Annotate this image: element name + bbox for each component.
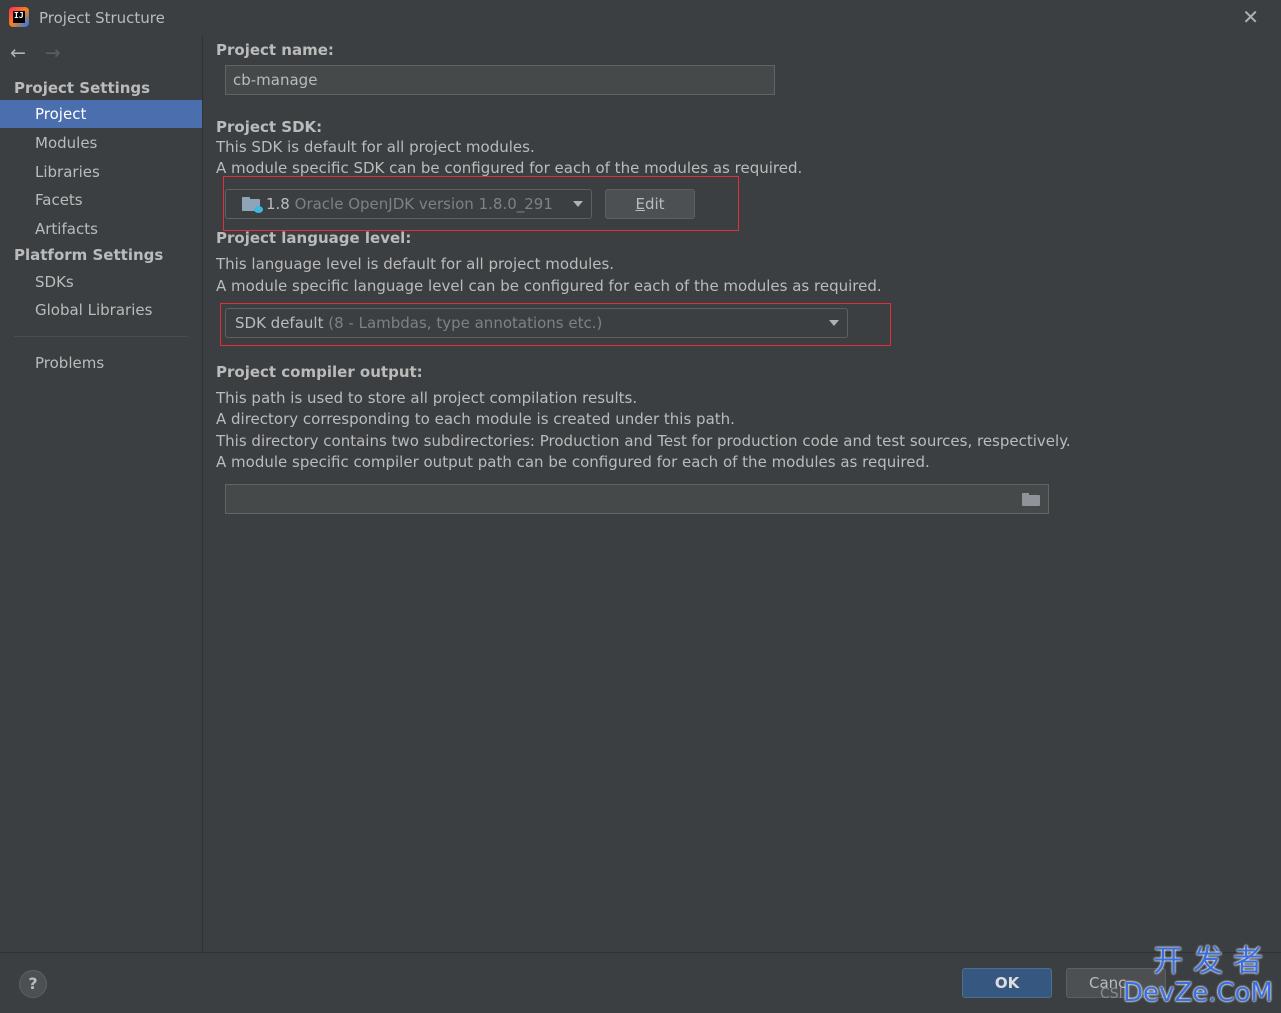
language-level-value: SDK default (235, 314, 324, 332)
dialog-footer: ? OK Canc CSI 开发者 DevZe.CoM (0, 945, 1281, 1013)
project-sdk-label: Project SDK: (216, 118, 323, 136)
close-icon[interactable]: ✕ (1242, 6, 1259, 28)
output-description-4: A module specific compiler output path c… (216, 453, 930, 471)
sidebar-item-artifacts[interactable]: Artifacts (0, 215, 202, 243)
intellij-app-icon: IJ (9, 7, 29, 27)
sidebar-item-problems[interactable]: Problems (0, 349, 202, 377)
platform-settings-header: Platform Settings (14, 246, 164, 264)
sidebar-item-facets[interactable]: Facets (0, 186, 202, 214)
project-name-input[interactable]: cb-manage (225, 65, 775, 95)
sidebar: ← → Project Settings Project Modules Lib… (0, 36, 203, 952)
sidebar-item-project[interactable]: Project (0, 100, 202, 128)
sidebar-item-global-libraries[interactable]: Global Libraries (0, 296, 202, 324)
sdk-description-2: A module specific SDK can be configured … (216, 159, 803, 177)
language-description-2: A module specific language level can be … (216, 277, 882, 295)
language-level-label: Project language level: (216, 229, 412, 247)
compiler-output-label: Project compiler output: (216, 363, 423, 381)
language-level-hint: (8 - Lambdas, type annotations etc.) (328, 314, 603, 332)
output-description-2: A directory corresponding to each module… (216, 410, 735, 428)
sidebar-item-sdks[interactable]: SDKs (0, 268, 202, 296)
chevron-down-icon (573, 201, 583, 207)
sidebar-divider (14, 336, 188, 337)
devze-watermark: 开发者 DevZe.CoM (1123, 944, 1273, 1008)
sdk-name: Oracle OpenJDK version 1.8.0_291 (294, 195, 553, 213)
help-button[interactable]: ? (19, 970, 47, 998)
language-description-1: This language level is default for all p… (216, 255, 615, 273)
jdk-folder-icon (242, 197, 263, 213)
project-settings-panel: Project name: cb-manage Project SDK: Thi… (203, 36, 1281, 952)
back-arrow-icon[interactable]: ← (10, 42, 26, 64)
browse-folder-icon[interactable] (1022, 493, 1040, 506)
ok-button[interactable]: OK (962, 968, 1052, 998)
sdk-combobox[interactable]: 1.8 Oracle OpenJDK version 1.8.0_291 (225, 189, 592, 219)
csdn-watermark: CSI (1100, 986, 1123, 1002)
language-level-combobox[interactable]: SDK default (8 - Lambdas, type annotatio… (225, 308, 848, 338)
compiler-output-input[interactable] (225, 484, 1049, 514)
project-settings-header: Project Settings (14, 79, 151, 97)
project-name-label: Project name: (216, 41, 334, 59)
history-nav: ← → (10, 42, 75, 66)
sdk-version: 1.8 (266, 195, 290, 213)
sidebar-item-modules[interactable]: Modules (0, 129, 202, 157)
output-description-3: This directory contains two subdirectori… (216, 432, 1071, 450)
sdk-edit-button[interactable]: Edit (605, 189, 695, 219)
sdk-description-1: This SDK is default for all project modu… (216, 138, 535, 156)
output-description-1: This path is used to store all project c… (216, 389, 638, 407)
chevron-down-icon (829, 320, 839, 326)
title-bar: IJ Project Structure ✕ (0, 0, 1281, 36)
window-title: Project Structure (39, 9, 165, 27)
sidebar-item-libraries[interactable]: Libraries (0, 158, 202, 186)
forward-arrow-icon[interactable]: → (45, 42, 61, 64)
